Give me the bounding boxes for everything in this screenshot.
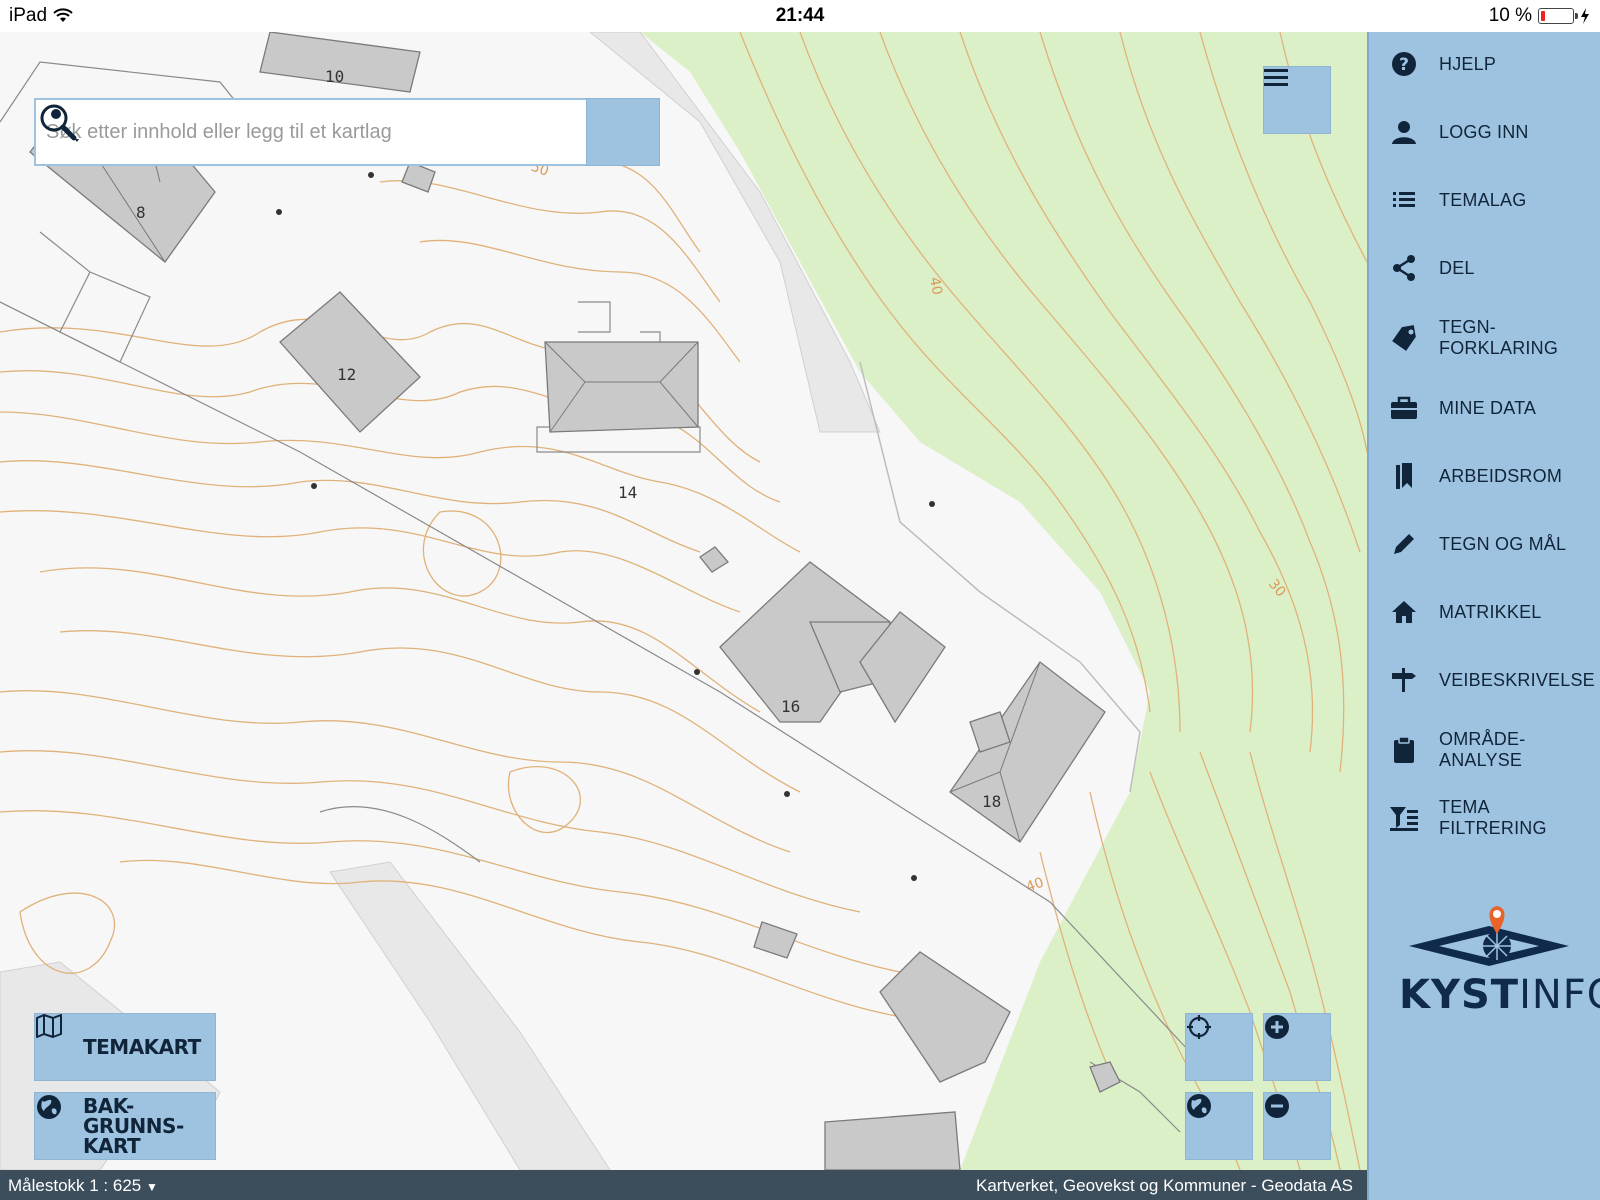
search-gear-icon [40,104,79,142]
house-number: 18 [982,792,1001,811]
sidebar-item-label: OMRÅDE- ANALYSE [1439,729,1526,770]
filter-icon [1369,804,1439,832]
status-time: 21:44 [775,5,825,26]
help-icon: ? [1369,51,1439,77]
globe-icon [1187,1094,1211,1118]
house-number: 12 [337,365,356,384]
share-icon [1369,255,1439,281]
home-icon [1369,600,1439,624]
sidebar-item-tegn-og-mal[interactable]: TEGN OG MÅL [1369,515,1600,573]
sidebar-item-mine-data[interactable]: MINE DATA [1369,379,1600,437]
signpost-icon [1369,667,1439,693]
map-point [911,875,917,881]
sidebar-item-omradeanalyse[interactable]: OMRÅDE- ANALYSE [1369,721,1600,779]
search-bar [34,98,660,166]
map-point [276,209,282,215]
bottom-bar: Målestokk 1 : 625 ▼ Kartverket, Geovekst… [0,1170,1367,1200]
menu-button[interactable] [1263,66,1331,134]
temakart-button[interactable]: TEMAKART [34,1013,216,1081]
logo-text-bold: KYST [1399,972,1520,1018]
briefcase-icon [1369,396,1439,420]
map-point [694,669,700,675]
bookmark-icon [1369,462,1439,490]
map-point [368,172,374,178]
search-settings-button[interactable] [40,98,660,166]
search-input[interactable] [34,98,586,166]
map-point [929,501,935,507]
locate-button[interactable] [1185,1013,1253,1081]
house-number: 16 [781,697,800,716]
map-canvas[interactable]: 50 50 40 30 40 [0,32,1367,1170]
sidebar-item-label: HJELP [1439,53,1497,74]
sidebar-item-veibeskrivelse[interactable]: VEIBESKRIVELSE [1369,651,1600,709]
building [699,546,729,573]
sidebar-item-label: TEGN- FORKLARING [1439,317,1559,358]
house-number: 14 [618,483,637,502]
battery-percent: 10 % [1488,5,1532,26]
sidebar-item-matrikkel[interactable]: MATRIKKEL [1369,583,1600,641]
tag-icon [1369,325,1439,351]
sidebar-item-logg-inn[interactable]: LOGG INN [1369,103,1600,161]
scale-label: Målestokk 1 : 625 [8,1176,142,1195]
sidebar-item-arbeidsrom[interactable]: ARBEIDSROM [1369,447,1600,505]
scale-selector[interactable]: Målestokk 1 : 625 ▼ [8,1176,158,1196]
road [329,861,611,1170]
building [824,1111,961,1170]
building [949,661,1106,843]
zoom-in-button[interactable] [1263,1013,1331,1081]
sidebar-item-label: MATRIKKEL [1439,601,1542,622]
logo-text-light: INFO [1519,972,1600,1018]
building [279,291,421,433]
sidebar-item-tegnforklaring[interactable]: TEGN- FORKLARING [1369,309,1600,367]
bakgrunnskart-label: BAK- GRUNNS- KART [83,1094,184,1158]
house-number: 10 [325,67,344,86]
sidebar: ? HJELP LOGG INN TEMALAG DEL TEGN- FORKL… [1367,32,1600,1200]
sidebar-item-label: DEL [1439,257,1475,278]
sidebar-item-label: ARBEIDSROM [1439,465,1563,486]
clipboard-icon [1369,736,1439,764]
list-icon [1369,191,1439,209]
sidebar-item-hjelp[interactable]: ? HJELP [1369,35,1600,93]
contour-label: 40 [926,276,945,296]
building [401,161,436,193]
temakart-label: TEMAKART [83,1035,201,1059]
status-right: 10 % [1489,5,1590,27]
map-point [784,791,790,797]
charging-bolt-icon [1581,8,1589,24]
sidebar-item-label: VEIBESKRIVELSE [1439,669,1595,690]
svg-text:?: ? [1399,55,1409,75]
plus-circle-icon [1265,1015,1289,1039]
hamburger-icon [1264,69,1288,86]
globe-button[interactable] [1185,1092,1253,1160]
sidebar-item-tema-filtrering[interactable]: TEMA FILTRERING [1369,789,1600,847]
sidebar-item-label: LOGG INN [1439,121,1529,142]
caret-down-icon: ▼ [145,1180,158,1194]
minus-circle-icon [1265,1094,1289,1118]
kystinfo-logo-text: KYSTINFO [1399,972,1600,1018]
building [544,341,699,433]
sidebar-item-del[interactable]: DEL [1369,239,1600,297]
building [753,921,798,959]
zoom-out-button[interactable] [1263,1092,1331,1160]
sidebar-item-label: TEMALAG [1439,189,1527,210]
status-bar: iPad 21:44 10 % [0,0,1600,32]
bakgrunnskart-button[interactable]: BAK- GRUNNS- KART [34,1092,216,1160]
map-graphics: 50 50 40 30 40 [0,32,1367,1170]
crosshair-icon [1187,1015,1211,1039]
user-icon [1369,119,1439,145]
sidebar-item-label: MINE DATA [1439,397,1537,418]
sidebar-item-temalag[interactable]: TEMALAG [1369,171,1600,229]
attribution: Kartverket, Geovekst og Kommuner - Geoda… [975,1176,1353,1195]
pencil-icon [1369,532,1439,556]
battery-icon [1538,8,1578,24]
map-point [311,483,317,489]
sidebar-item-label: TEMA FILTRERING [1439,797,1547,838]
house-number: 8 [136,203,146,222]
sidebar-item-label: TEGN OG MÅL [1439,533,1567,554]
